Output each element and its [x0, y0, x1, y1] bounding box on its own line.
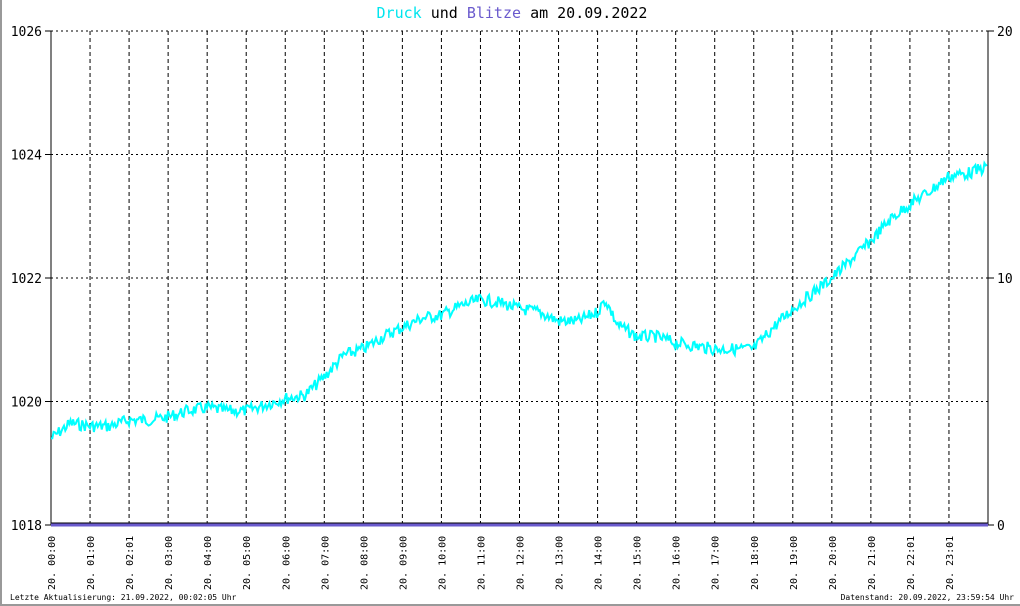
- footer-last-update: Letzte Aktualisierung: 21.09.2022, 00:02…: [10, 593, 237, 602]
- x-tick-label: 20. 18:00: [750, 536, 761, 590]
- y-right-tick-label: 0: [997, 519, 1005, 534]
- x-tick-label: 20. 20:00: [828, 536, 839, 590]
- x-tick-label: 20. 12:00: [516, 536, 527, 590]
- x-tick-label: 20. 04:00: [203, 536, 214, 590]
- x-tick-label: 20. 11:00: [476, 536, 487, 590]
- x-tick-label: 20. 08:00: [359, 536, 370, 590]
- x-tick-label: 20. 22:01: [906, 536, 917, 590]
- y-right-tick-label: 20: [997, 25, 1013, 40]
- x-tick-label: 20. 03:00: [164, 536, 175, 590]
- x-tick-label: 20. 23:01: [945, 536, 956, 590]
- y-left-tick-label: 1020: [11, 396, 42, 411]
- x-tick-label: 20. 02:01: [125, 536, 136, 590]
- x-tick-label: 20. 06:00: [281, 536, 292, 590]
- y-left-tick-label: 1022: [11, 272, 42, 287]
- chart-container: Druck und Blitze am 20.09.2022 1018 1020 1…: [0, 0, 1020, 606]
- x-tick-label: 20. 17:00: [711, 536, 722, 590]
- x-tick-label: 20. 01:00: [86, 536, 97, 590]
- x-tick-label: 20. 19:00: [789, 536, 800, 590]
- y-left-tick-label: 1024: [11, 149, 42, 164]
- y-left-tick-label: 1018: [11, 519, 42, 534]
- x-tick-label: 20. 14:00: [594, 536, 605, 590]
- x-tick-label: 20. 13:00: [555, 536, 566, 590]
- y-right-tick-label: 10: [997, 272, 1013, 287]
- x-tick-label: 20. 10:00: [437, 536, 448, 590]
- footer-data-status: Datenstand: 20.09.2022, 23:59:54 Uhr: [840, 593, 1014, 602]
- x-tick-label: 20. 16:00: [672, 536, 683, 590]
- y-left-tick-label: 1026: [11, 25, 42, 40]
- x-tick-label: 20. 09:00: [398, 536, 409, 590]
- x-tick-label: 20. 15:00: [633, 536, 644, 590]
- x-tick-label: 20. 07:00: [320, 536, 331, 590]
- x-tick-label: 20. 00:00: [47, 536, 58, 590]
- chart-svg: 101810201022102410260102020. 00:00 20. 01…: [11, 25, 1013, 590]
- x-tick-label: 20. 05:00: [242, 536, 253, 590]
- x-tick-label: 20. 21:00: [867, 536, 878, 590]
